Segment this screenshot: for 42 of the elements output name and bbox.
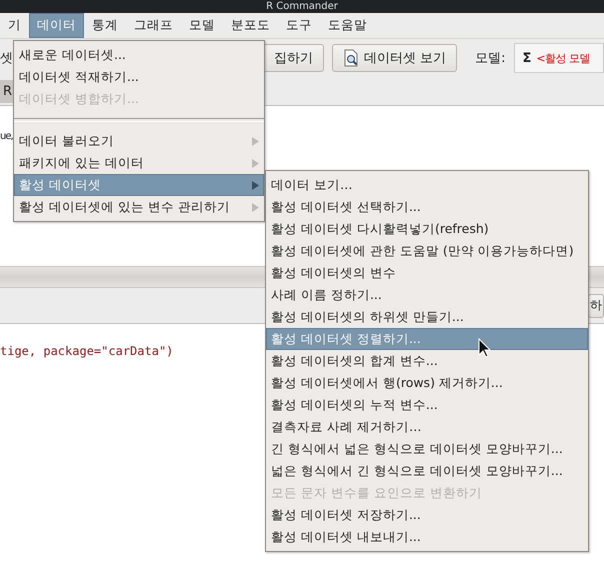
view-dataset-button[interactable]: 데이터셋 보기 (332, 44, 458, 72)
menu-item[interactable]: 사례 이름 정하기... (266, 284, 588, 306)
menu-title[interactable]: 모델 (181, 13, 223, 38)
menu-title[interactable]: 분포도 (223, 13, 278, 38)
menu-title[interactable]: 기 (0, 13, 29, 38)
menu-item[interactable]: 활성 데이터셋의 합계 변수... (266, 350, 588, 372)
menu-title[interactable]: 그래프 (126, 13, 181, 38)
menu-item[interactable]: 결측자료 사례 제거하기… (266, 416, 588, 438)
model-label: 모델: (475, 50, 506, 68)
menu-item[interactable]: 데이터 불러오기 (14, 130, 264, 152)
menu-title[interactable]: 통계 (84, 13, 126, 38)
mouse-pointer-icon (478, 338, 491, 358)
menu-item[interactable]: 넓은 형식에서 긴 형식으로 데이터셋 모양바꾸기... (266, 460, 588, 482)
menu-title[interactable]: 도구 (278, 13, 320, 38)
document-magnifier-icon (343, 49, 359, 68)
submenu-arrow-icon (252, 180, 259, 190)
submit-button[interactable]: 하 (588, 294, 604, 318)
menu-item[interactable]: 활성 데이터셋 저장하기... (266, 504, 588, 526)
toolbar-label: 셋 (0, 50, 13, 68)
model-field[interactable]: Σ <활성 모델 (514, 43, 604, 74)
menu-item[interactable]: 활성 데이터셋 내보내기... (266, 526, 588, 548)
menu-item[interactable]: 활성 데이터셋의 하위셋 만들기... (266, 306, 588, 328)
menu-item[interactable]: 활성 데이터셋의 변수 (266, 262, 588, 284)
output-text: tige, package="carData") (0, 344, 174, 358)
menu-item[interactable]: 데이터 보기… (266, 174, 588, 196)
menu-title[interactable]: 도움말 (320, 13, 375, 38)
menu-item[interactable]: 새로운 데이터셋... (14, 44, 264, 66)
window-title: R Commander (266, 0, 338, 13)
submenu-arrow-icon (252, 136, 259, 146)
menu-item[interactable]: 긴 형식에서 넓은 형식으로 데이터셋 모양바꾸기... (266, 438, 588, 460)
edit-dataset-button[interactable]: 집하기 (263, 44, 324, 72)
menu-item[interactable]: 활성 데이터셋에서 행(rows) 제거하기... (266, 372, 588, 394)
menu-item[interactable]: 활성 데이터셋의 누적 변수... (266, 394, 588, 416)
menu-item[interactable]: 데이터셋 적재하기... (14, 66, 264, 88)
menu-item[interactable]: 패키지에 있는 데이터 (14, 152, 264, 174)
menu-item[interactable]: 활성 데이터셋 선택하기... (266, 196, 588, 218)
menu-item[interactable]: 활성 데이터셋에 있는 변수 관리하기 (14, 196, 264, 218)
submenu-arrow-icon (252, 202, 259, 212)
submenu-arrow-icon (252, 158, 259, 168)
menu-item[interactable]: 활성 데이터셋에 관한 도움말 (만약 이용가능하다면) (266, 240, 588, 262)
menu-item[interactable]: 활성 데이터셋 다시활력넣기(refresh) (266, 218, 588, 240)
script-text: ue, (0, 131, 13, 142)
